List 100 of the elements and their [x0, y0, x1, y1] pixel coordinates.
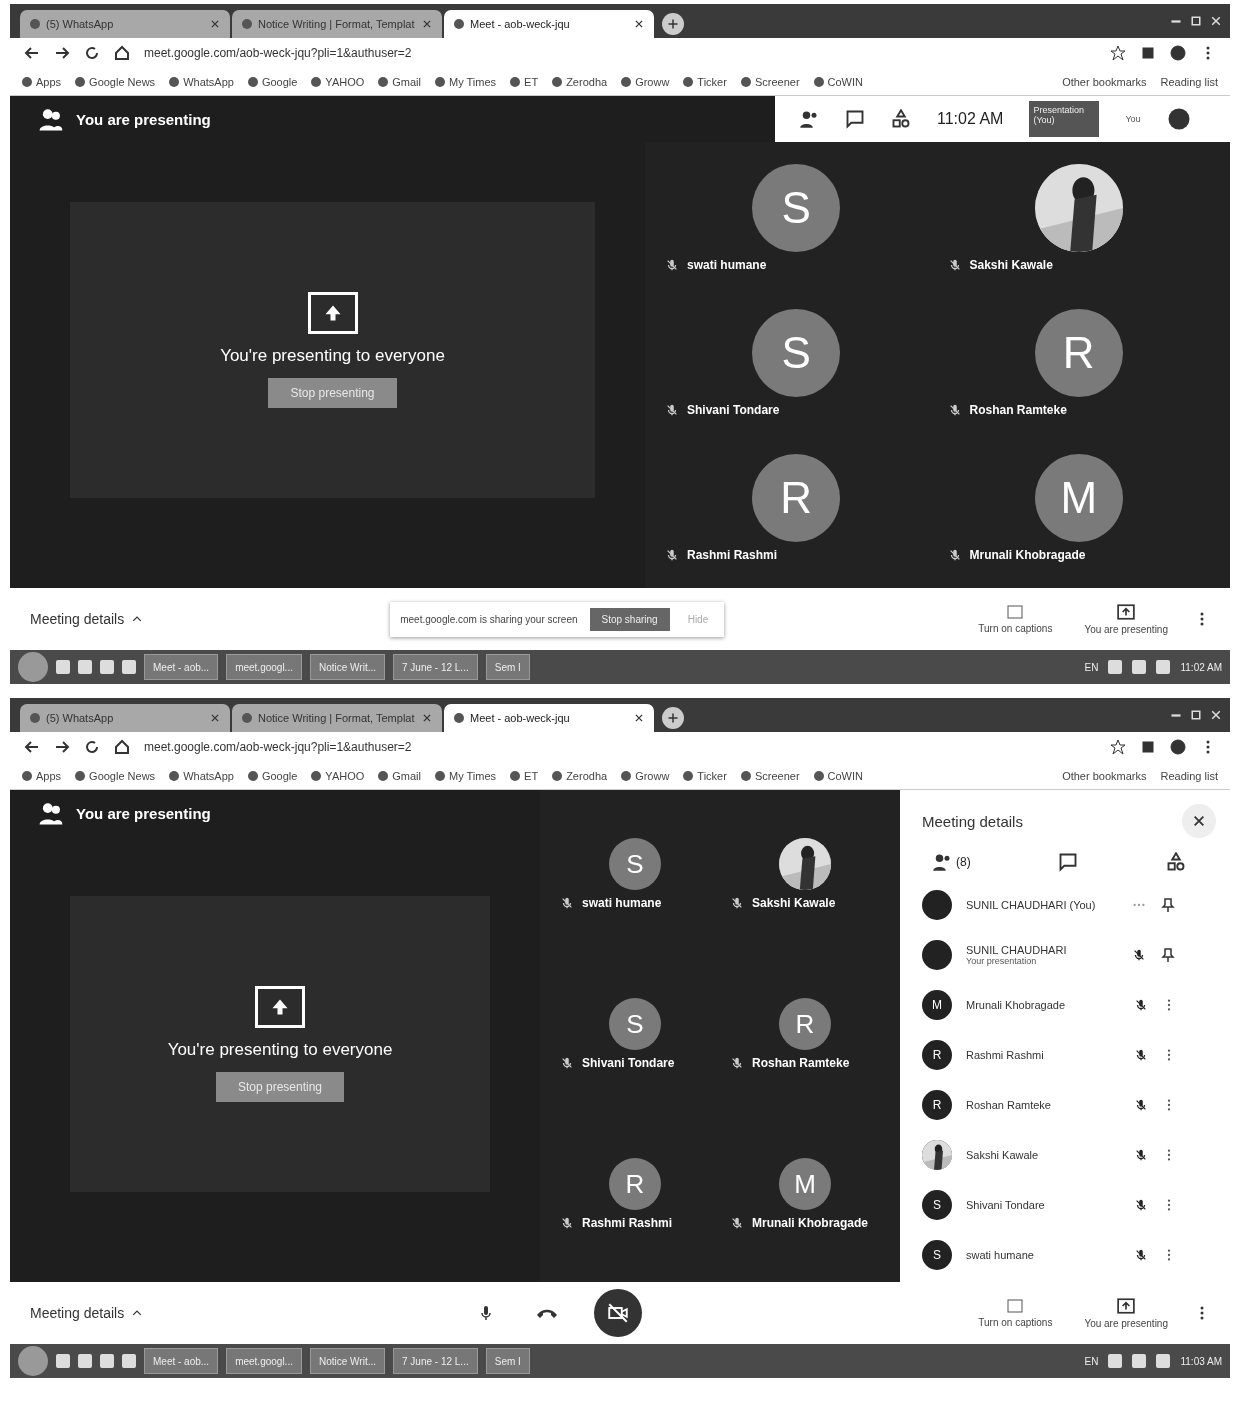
- participant-name: Shivani Tondare: [582, 1056, 675, 1070]
- taskbar-window[interactable]: Meet - aob...: [144, 654, 219, 680]
- bookmark[interactable]: Apps: [36, 75, 62, 88]
- tab-title: Notice Writing | Format, Templat: [258, 712, 416, 724]
- participant-name: Roshan Ramteke: [752, 1056, 850, 1070]
- restore-icon: [1190, 709, 1202, 721]
- bookmark[interactable]: Ticker: [697, 75, 727, 88]
- bookmark[interactable]: Google: [261, 769, 298, 782]
- language-indicator[interactable]: EN: [1084, 1355, 1099, 1367]
- presentation-thumbnail[interactable]: Presentation (You): [1029, 101, 1100, 137]
- favicon-icon: [242, 19, 252, 29]
- close-button[interactable]: [1182, 804, 1216, 838]
- taskbar-window[interactable]: Notice Writ...: [309, 1348, 385, 1374]
- tray-icon[interactable]: [1132, 1354, 1147, 1368]
- start-button[interactable]: [18, 1346, 48, 1376]
- minimize-icon[interactable]: [1170, 19, 1182, 23]
- bookmark[interactable]: Google News: [89, 769, 156, 782]
- bookmark[interactable]: Gmail: [392, 769, 421, 782]
- taskbar-window[interactable]: Sem I: [485, 1348, 530, 1374]
- star-icon: [1110, 739, 1126, 755]
- new-tab-button[interactable]: [662, 707, 684, 729]
- avatar-initial: R: [752, 453, 841, 542]
- meeting-details-button[interactable]: Meeting details: [30, 611, 143, 627]
- bookmark[interactable]: YAHOO: [325, 769, 365, 782]
- bookmark[interactable]: Gmail: [392, 75, 421, 88]
- close-icon: [210, 713, 220, 723]
- bookmark[interactable]: My Times: [449, 75, 497, 88]
- clock-time[interactable]: 11:02 AM: [1180, 661, 1222, 673]
- taskbar-window[interactable]: Sem I: [485, 654, 530, 680]
- tray-icon[interactable]: [1108, 1354, 1123, 1368]
- tray-icon[interactable]: [1108, 660, 1123, 674]
- present-button[interactable]: You are presenting: [1078, 602, 1174, 636]
- browser-tab[interactable]: Notice Writing | Format, Templat: [232, 704, 442, 732]
- participant-name: Mrunali Khobragade: [969, 547, 1086, 562]
- tray-icon[interactable]: [1132, 660, 1147, 674]
- muted-mic-icon: [730, 896, 744, 910]
- bookmark[interactable]: Apps: [36, 769, 62, 782]
- taskbar-window[interactable]: Meet - aob...: [144, 1348, 219, 1374]
- captions-button[interactable]: Turn on captions: [972, 1297, 1059, 1329]
- bookmark[interactable]: ET: [524, 75, 539, 88]
- reading-list[interactable]: Reading list: [1160, 75, 1218, 88]
- bookmark[interactable]: Groww: [635, 769, 670, 782]
- profile-icon: [1170, 739, 1186, 755]
- browser-tab[interactable]: (5) WhatsApp: [20, 704, 230, 732]
- bookmark[interactable]: Groww: [635, 75, 670, 88]
- bookmark[interactable]: Google: [261, 75, 298, 88]
- camera-button[interactable]: [594, 1289, 643, 1337]
- bookmark-folder[interactable]: Other bookmarks: [1062, 769, 1147, 782]
- bookmark[interactable]: WhatsApp: [183, 769, 234, 782]
- taskbar-window[interactable]: meet.googl...: [226, 1348, 302, 1374]
- taskbar-window[interactable]: Notice Writ...: [309, 654, 385, 680]
- bookmark[interactable]: Zerodha: [566, 769, 608, 782]
- bookmark[interactable]: Zerodha: [566, 75, 608, 88]
- favicon-icon: [30, 19, 40, 29]
- stop-sharing-button[interactable]: Stop sharing: [589, 607, 670, 631]
- taskbar-window[interactable]: 7 June - 12 L...: [393, 654, 478, 680]
- bookmark[interactable]: CoWIN: [827, 769, 863, 782]
- language-indicator[interactable]: EN: [1084, 661, 1099, 673]
- back-arrow-icon: [24, 739, 40, 755]
- taskbar-window[interactable]: 7 June - 12 L...: [393, 1348, 478, 1374]
- new-tab-button[interactable]: [662, 13, 684, 35]
- avatar-initial: M: [922, 990, 952, 1020]
- tray-icon[interactable]: [1156, 1354, 1171, 1368]
- clock-time[interactable]: 11:03 AM: [1180, 1355, 1222, 1367]
- address-bar[interactable]: meet.google.com/aob-weck-jqu?pli=1&authuser=2: [144, 740, 1096, 754]
- participant-name: SUNIL CHAUDHARI (You): [966, 899, 1097, 911]
- browser-tab[interactable]: Meet - aob-weck-jqu: [444, 10, 654, 38]
- taskbar-window[interactable]: meet.googl...: [226, 654, 302, 680]
- tab-title: Meet - aob-weck-jqu: [470, 18, 571, 30]
- minimize-icon[interactable]: [1170, 713, 1182, 717]
- meeting-details-button[interactable]: Meeting details: [30, 1305, 143, 1321]
- bookmark[interactable]: Ticker: [697, 769, 727, 782]
- favicon-icon: [621, 76, 632, 87]
- chevron-up-icon: [132, 1308, 143, 1318]
- shapes-icon: [891, 109, 911, 129]
- present-button[interactable]: You are presenting: [1078, 1296, 1174, 1330]
- people-icon: [38, 800, 64, 826]
- participant-name: Rashmi Rashmi: [687, 547, 778, 562]
- avatar-initial: M: [779, 1158, 831, 1210]
- browser-tab[interactable]: Meet - aob-weck-jqu: [444, 704, 654, 732]
- bookmark[interactable]: Screener: [754, 769, 800, 782]
- home-icon: [114, 45, 130, 61]
- bookmark[interactable]: My Times: [449, 769, 497, 782]
- captions-button[interactable]: Turn on captions: [972, 603, 1059, 635]
- participant-name: SUNIL CHAUDHARI: [966, 944, 1068, 956]
- address-bar[interactable]: meet.google.com/aob-weck-jqu?pli=1&authuser=2: [144, 46, 1096, 60]
- tray-icon[interactable]: [1156, 660, 1171, 674]
- browser-tab[interactable]: Notice Writing | Format, Templat: [232, 10, 442, 38]
- start-button[interactable]: [18, 652, 48, 682]
- bookmark[interactable]: YAHOO: [325, 75, 365, 88]
- browser-tab[interactable]: (5) WhatsApp: [20, 10, 230, 38]
- muted-mic-icon: [665, 547, 679, 562]
- bookmark-folder[interactable]: Other bookmarks: [1062, 75, 1147, 88]
- reading-list[interactable]: Reading list: [1160, 769, 1218, 782]
- bookmark[interactable]: WhatsApp: [183, 75, 234, 88]
- bookmark[interactable]: Screener: [754, 75, 800, 88]
- bookmark[interactable]: CoWIN: [827, 75, 863, 88]
- avatar-initial: M: [1034, 453, 1123, 542]
- bookmark[interactable]: Google News: [89, 75, 156, 88]
- bookmark[interactable]: ET: [524, 769, 539, 782]
